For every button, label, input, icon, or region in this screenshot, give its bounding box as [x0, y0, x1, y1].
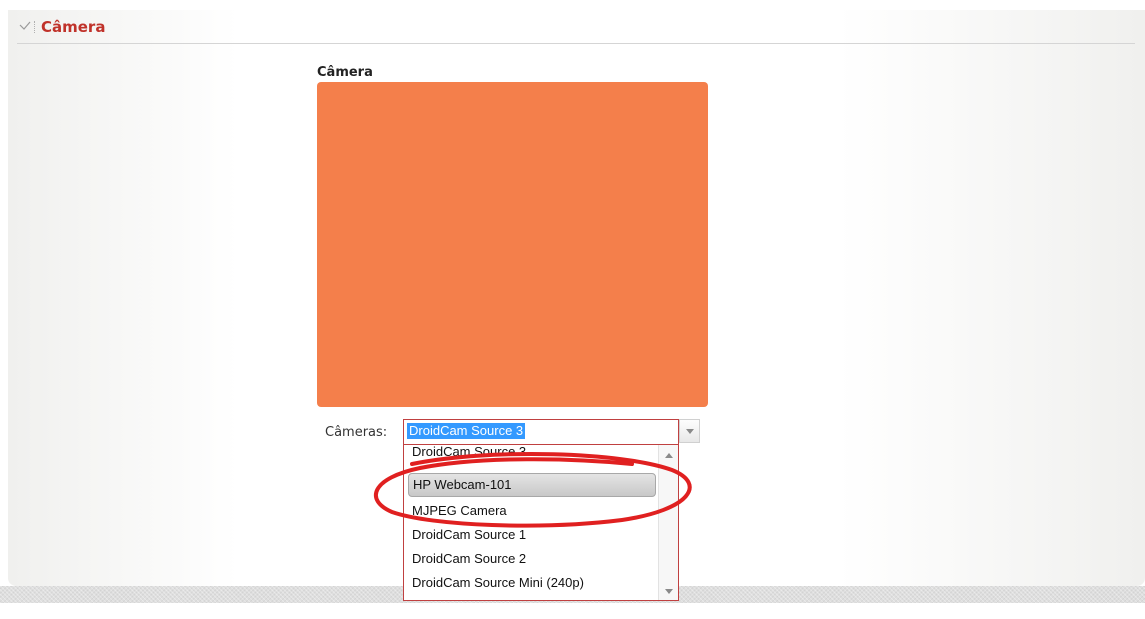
cameras-dropdown-list[interactable]: DroidCam Source 3 HP Webcam-101 MJPEG Ca… — [403, 444, 679, 601]
dropdown-option[interactable]: DroidCam Source 2 — [408, 547, 656, 571]
dropdown-option[interactable]: DroidCam Source 1 — [408, 523, 656, 547]
cameras-label: Câmeras: — [325, 425, 388, 440]
camera-preview-label: Câmera — [317, 65, 373, 80]
dropdown-option[interactable]: MJPEG Camera — [408, 499, 656, 523]
header-separator — [34, 21, 35, 33]
dropdown-option-highlighted[interactable]: HP Webcam-101 — [408, 473, 656, 497]
cameras-select-arrow-button[interactable] — [679, 419, 700, 443]
chevron-down-icon — [686, 429, 694, 434]
cameras-select[interactable]: DroidCam Source 3 — [403, 419, 679, 444]
page: Câmera Câmera Câmeras: DroidCam Source 3… — [0, 0, 1145, 619]
dropdown-scrollbar[interactable] — [658, 445, 678, 600]
scroll-up-arrow-icon[interactable] — [665, 453, 673, 458]
cameras-select-value[interactable]: DroidCam Source 3 — [407, 423, 526, 439]
checkmark-chevron-icon[interactable] — [19, 20, 31, 32]
dropdown-option[interactable]: DroidCam Source 3 — [408, 445, 656, 464]
camera-preview — [317, 82, 708, 407]
section-title: Câmera — [41, 18, 106, 36]
scroll-down-arrow-icon[interactable] — [665, 589, 673, 594]
dropdown-option[interactable]: DroidCam Source Mini (240p) — [408, 571, 656, 595]
section-header[interactable]: Câmera — [17, 14, 1135, 44]
